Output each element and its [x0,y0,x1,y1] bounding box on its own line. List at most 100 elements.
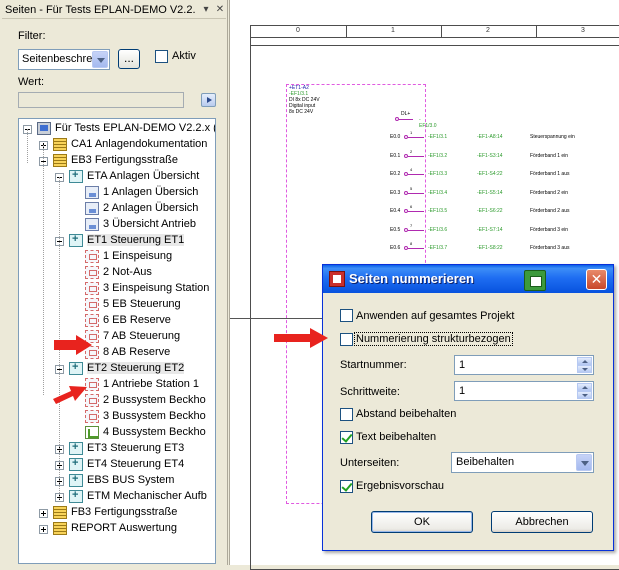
tree-item[interactable]: 2 Anlagen Übersich [19,201,215,217]
tree-item[interactable]: ET3 Steuerung ET3 [19,441,215,457]
tree-item-label: 2 Not-Aus [103,266,152,278]
signal-target: -EF1-S8:22 [477,245,503,251]
red-arrow-icon [53,386,87,404]
signal-pin: E0.4 [390,208,401,214]
tree-item[interactable]: 3 Einspeisung Station [19,281,215,297]
spin-up-icon[interactable] [577,357,592,365]
tree-item[interactable]: 6 EB Reserve [19,313,215,329]
signal-target: -EF1-S5:14 [477,189,503,196]
anwenden-checkbox[interactable] [340,309,353,322]
dialog-titlebar[interactable]: Seiten nummerieren ✕ [323,265,613,293]
expand-icon[interactable] [39,509,48,518]
tree-item-label: ET3 Steuerung ET3 [87,442,185,454]
signal-description: Förderband 2 aus [530,208,570,214]
ruler-strip [251,38,619,46]
ruler-label: 1 [391,27,395,34]
tree-item[interactable]: 4 Bussystem Beckho [19,425,215,441]
schrittweite-label: Schrittweite: [340,386,400,398]
eplan-app-icon [329,271,345,287]
tree-item[interactable]: 1 Anlagen Übersich [19,185,215,201]
tree-item[interactable]: CA1 Anlagendokumentation [19,137,215,153]
signal-pin: E0.0 [390,134,401,140]
filter-select[interactable]: Seitenbeschre [18,49,110,70]
schematic-page-icon [85,410,99,423]
tree-item[interactable]: ETM Mechanischer Aufb [19,489,215,505]
tree-item[interactable]: 3 Übersicht Antrieb [19,217,215,233]
filter-select-value: Seitenbeschre [22,53,93,65]
tree-item[interactable]: ET2 Steuerung ET2 [19,361,215,377]
tree-item[interactable]: 1 Einspeisung [19,249,215,265]
signal-target: -EF1-S6:22 [477,208,503,214]
schrittweite-field[interactable]: 1 [454,381,594,401]
tree-item[interactable]: ET4 Steuerung ET4 [19,457,215,473]
tree-item-label: 3 Übersicht Antrieb [103,218,196,230]
tree-item[interactable]: Für Tests EPLAN-DEMO V2.2.x ( [19,121,215,137]
tree-item[interactable]: EBS BUS System [19,473,215,489]
spin-up-icon[interactable] [577,383,592,391]
signal-pin: E0.6 [390,245,401,251]
ok-button[interactable]: OK [371,511,473,533]
help-icon[interactable] [524,270,546,291]
tree-item[interactable]: 8 AB Reserve [19,345,215,361]
nummerierung-label: Nummerierung strukturbezogen [354,332,513,346]
spin-down-icon[interactable] [577,391,592,399]
text-checkbox[interactable] [340,431,353,444]
nummerierung-checkbox[interactable] [340,333,353,346]
wire [408,229,424,231]
chevron-down-icon[interactable] [92,51,108,68]
folder-icon [53,506,67,519]
tree-item[interactable]: 2 Not-Aus [19,265,215,281]
tree-item-label: 1 Einspeisung [103,250,173,262]
page-tree[interactable]: Für Tests EPLAN-DEMO V2.2.x (CA1 Anlagen… [18,118,216,564]
schematic-page-icon [85,282,99,295]
tree-item[interactable]: 1 Antriebe Station 1 [19,377,215,393]
wire [399,119,413,120]
signal-pin: E0.5 [390,226,401,233]
signal-target: -EF1-S7:14 [477,226,503,233]
column-ruler: 0 1 2 3 [251,26,619,38]
ruler-label: 2 [486,27,490,34]
unterseiten-value: Beibehalten [456,456,515,468]
tree-item-label: EB3 Fertigungsstraße [71,154,178,166]
tree-item-label: 4 Bussystem Beckho [103,426,206,438]
close-dialog-button[interactable]: ✕ [586,269,607,290]
tree-item[interactable]: ETA Anlagen Übersicht [19,169,215,185]
ruler-tick [441,26,442,38]
signal-row: DL+ -EF1/3.0 [393,111,437,129]
tree-item[interactable]: ET1 Steuerung ET1 [19,233,215,249]
tree-item[interactable]: 3 Bussystem Beckho [19,409,215,425]
seiten-nummerieren-dialog: Seiten nummerieren ✕ Anwenden auf gesamt… [322,264,614,551]
close-icon[interactable]: ✕ [214,4,226,16]
tree-item[interactable]: REPORT Auswertung [19,521,215,537]
tree-item[interactable]: EB3 Fertigungsstraße [19,153,215,169]
signal-number: 8 [410,241,413,246]
apply-filter-arrow-icon[interactable] [201,93,216,107]
ergebnis-checkbox[interactable] [340,480,353,493]
signal-description: Förderband 1 aus [530,171,570,177]
abbrechen-button[interactable]: Abbrechen [491,511,593,533]
unterseiten-select[interactable]: Beibehalten [451,452,594,473]
abstand-checkbox[interactable] [340,408,353,421]
schrittweite-value: 1 [459,385,466,397]
tree-connector [43,145,44,395]
chevron-down-icon[interactable] [576,454,592,471]
signal-tag: -EF1/3.5 [428,208,448,214]
tree-item-label: 1 Antriebe Station 1 [103,378,200,390]
startnummer-field[interactable]: 1 [454,355,594,375]
expand-icon[interactable] [39,525,48,534]
abstand-label: Abstand beibehalten [356,408,457,420]
tree-connector [27,129,28,163]
spin-down-icon[interactable] [577,365,592,373]
panel-menu-icon[interactable]: ▾ [200,4,212,16]
tree-item[interactable]: 5 EB Steuerung [19,297,215,313]
signal-description: Förderband 2 ein [530,189,569,196]
tree-item[interactable]: 7 AB Steuerung [19,329,215,345]
wert-input[interactable] [18,92,184,108]
structure-icon [69,473,83,487]
ruler-tick [536,26,537,38]
tree-item[interactable]: FB3 Fertigungsstraße [19,505,215,521]
schematic-page-icon [85,250,99,263]
tree-item[interactable]: 2 Bussystem Beckho [19,393,215,409]
filter-edit-button[interactable]: ... [118,49,140,69]
aktiv-checkbox[interactable] [155,50,168,63]
